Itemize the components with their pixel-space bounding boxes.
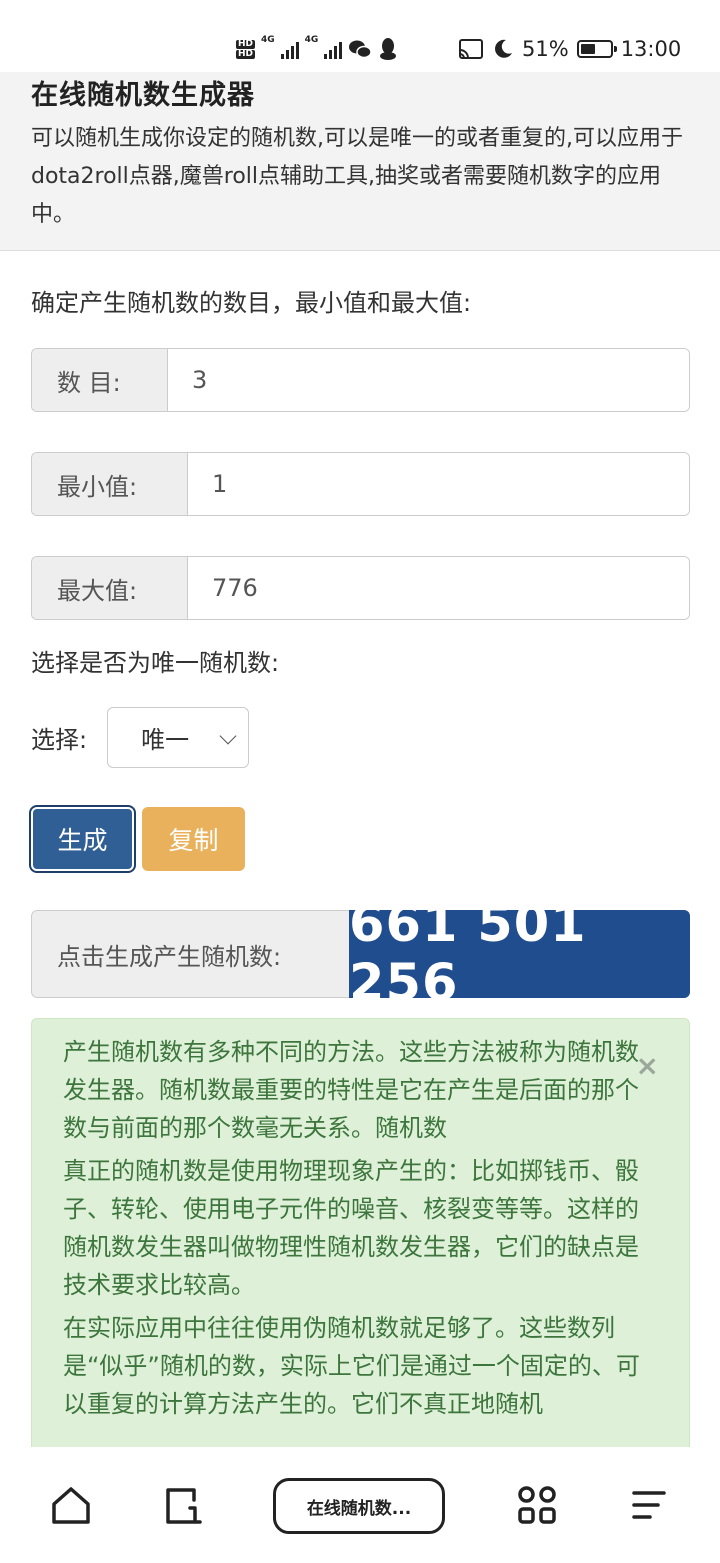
status-bar: HD HD 4G 4G 51% 13:00 xyxy=(0,0,720,72)
menu-button[interactable] xyxy=(624,1477,674,1533)
hd-icon: HD HD xyxy=(236,38,256,59)
battery-level xyxy=(580,44,595,54)
chevron-down-icon xyxy=(219,727,237,745)
menu-icon xyxy=(632,1491,666,1519)
page-description: 可以随机生成你设定的随机数,可以是唯一的或者重复的,可以应用于dota2roll… xyxy=(31,126,683,227)
result-label: 点击生成产生随机数: xyxy=(31,910,349,998)
network-type-2: 4G xyxy=(304,35,319,45)
form-intro: 确定产生随机数的数目，最小值和最大值: xyxy=(31,289,472,317)
max-label: 最大值: xyxy=(32,557,188,619)
count-label: 数 目: xyxy=(32,349,168,411)
result-value: 661 501 256 xyxy=(349,910,690,998)
signal-icon-2 xyxy=(324,39,343,59)
status-right-icons: 51% 13:00 xyxy=(458,30,681,68)
battery-percent: 51% xyxy=(522,37,569,61)
unique-select[interactable]: 唯一 xyxy=(107,707,250,768)
alert-paragraph-2: 真正的随机数是使用物理现象产生的：比如掷钱币、骰子、转轮、使用电子元件的噪音、核… xyxy=(63,1157,639,1299)
network-type-1: 4G xyxy=(261,35,275,45)
info-alert: × 产生随机数有多种不同的方法。这些方法被称为随机数发生器。随机数最重要的特性是… xyxy=(31,1018,690,1478)
select-value: 唯一 xyxy=(141,726,190,754)
qq-icon xyxy=(380,38,397,60)
wechat-icon xyxy=(349,40,373,59)
clock: 13:00 xyxy=(620,37,682,61)
status-left-icons: HD HD 4G 4G xyxy=(236,36,398,62)
count-input-group: 数 目: xyxy=(31,348,690,412)
min-label: 最小值: xyxy=(32,453,188,515)
min-input-group: 最小值: xyxy=(31,452,690,516)
alert-paragraph-3: 在实际应用中往往使用伪随机数就足够了。这些数列是“似乎”随机的数，实际上它们是通… xyxy=(63,1314,640,1418)
hd-bottom-label: HD xyxy=(236,48,256,59)
cast-icon xyxy=(459,39,483,59)
select-label: 选择: xyxy=(31,726,88,754)
hd-top-label: HD xyxy=(236,38,256,49)
unique-prompt: 选择是否为唯一随机数: xyxy=(31,649,280,677)
home-button[interactable] xyxy=(46,1477,96,1533)
bookmarks-button[interactable] xyxy=(158,1477,208,1533)
battery-icon xyxy=(576,40,617,58)
apps-button[interactable] xyxy=(512,1477,562,1533)
count-input[interactable] xyxy=(168,349,689,411)
bookmark-icon xyxy=(166,1488,202,1524)
signal-icon xyxy=(280,39,299,59)
alert-paragraph-1: 产生随机数有多种不同的方法。这些方法被称为随机数发生器。随机数最重要的特性是它在… xyxy=(63,1038,639,1142)
bottom-nav: 在线随机数... xyxy=(0,1447,720,1563)
page-header: 在线随机数生成器 可以随机生成你设定的随机数,可以是唯一的或者重复的,可以应用于… xyxy=(0,72,720,251)
min-input[interactable] xyxy=(188,453,689,515)
close-icon[interactable]: × xyxy=(636,1049,659,1082)
grid-icon xyxy=(518,1486,556,1524)
generate-button[interactable]: 生成 xyxy=(31,807,134,871)
current-tab-button[interactable]: 在线随机数... xyxy=(273,1478,445,1534)
copy-button[interactable]: 复制 xyxy=(142,807,245,871)
page-title: 在线随机数生成器 xyxy=(31,80,255,111)
max-input-group: 最大值: xyxy=(31,556,690,620)
max-input[interactable] xyxy=(188,557,689,619)
moon-icon xyxy=(495,39,512,58)
select-row: 选择: 唯一 xyxy=(31,707,250,768)
home-icon xyxy=(52,1487,90,1524)
result-group: 点击生成产生随机数: 661 501 256 xyxy=(31,910,690,998)
